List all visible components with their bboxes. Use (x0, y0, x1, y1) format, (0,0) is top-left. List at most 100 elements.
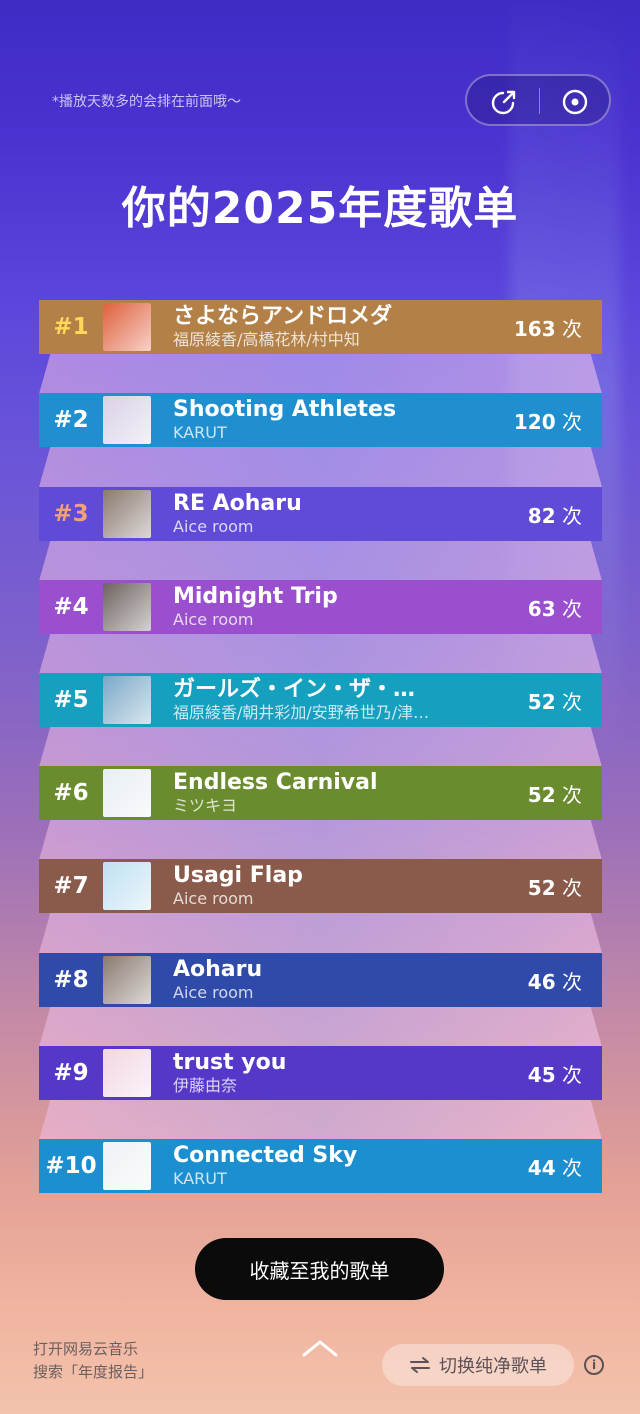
song-artist: 福原綾香/高橋花林/村中知 (173, 330, 360, 349)
song-slab-decoration (39, 913, 602, 953)
play-count: 45 次 (472, 1059, 602, 1088)
song-slab-decoration (39, 1100, 602, 1140)
song-text: Connected Sky KARUT (173, 1143, 472, 1189)
sort-hint: *播放天数多的会排在前面哦～ (52, 94, 241, 110)
play-count-unit: 次 (562, 1155, 582, 1180)
song-artist: Aice room (173, 983, 254, 1002)
play-count-unit: 次 (562, 409, 582, 434)
song-row[interactable]: #8 Aoharu Aice room 46 次 (39, 953, 602, 1007)
song-rank: #3 (53, 501, 89, 527)
song-slab-decoration (39, 447, 602, 487)
album-cover (103, 956, 151, 1004)
save-to-playlist-button[interactable]: 收藏至我的歌单 (195, 1238, 444, 1300)
song-rank: #6 (53, 780, 89, 806)
play-count: 63 次 (472, 593, 602, 622)
share-icon[interactable] (489, 87, 519, 117)
info-icon[interactable]: i (584, 1355, 604, 1375)
song-row[interactable]: #3 RE Aoharu Aice room 82 次 (39, 487, 602, 541)
switch-label: 切换纯净歌单 (439, 1356, 547, 1377)
song-row[interactable]: #4 Midnight Trip Aice room 63 次 (39, 580, 602, 634)
song-row[interactable]: #9 trust you 伊藤由奈 45 次 (39, 1046, 602, 1100)
song-title: Usagi Flap (173, 863, 303, 888)
song-row[interactable]: #5 ガールズ・イン・ザ・… 福原綾香/朝井彩加/安野希世乃/津… 52 次 (39, 673, 602, 727)
song-text: Aoharu Aice room (173, 957, 472, 1003)
song-text: RE Aoharu Aice room (173, 491, 472, 537)
song-title: Connected Sky (173, 1143, 358, 1168)
swap-icon (410, 1357, 430, 1373)
song-slab-decoration (39, 727, 602, 767)
play-count-unit: 次 (562, 689, 582, 714)
footer-line-1: 打开网易云音乐 (33, 1340, 139, 1358)
chevron-up-icon[interactable] (300, 1338, 340, 1358)
song-artist: KARUT (173, 1169, 227, 1188)
song-title: Midnight Trip (173, 584, 338, 609)
play-count: 163 次 (472, 313, 602, 342)
album-cover (103, 490, 151, 538)
play-count-value: 46 (527, 969, 556, 994)
play-count-value: 52 (527, 875, 556, 900)
play-count-unit: 次 (562, 596, 582, 621)
play-count-value: 63 (527, 596, 556, 621)
header-action-pill (465, 74, 611, 126)
song-text: Midnight Trip Aice room (173, 584, 472, 630)
play-count-value: 52 (527, 689, 556, 714)
play-count-unit: 次 (562, 875, 582, 900)
song-title: Aoharu (173, 957, 263, 982)
song-slab-decoration (39, 1007, 602, 1047)
song-text: さよならアンドロメダ 福原綾香/高橋花林/村中知 (173, 304, 472, 350)
song-text: trust you 伊藤由奈 (173, 1050, 472, 1096)
song-title: trust you (173, 1050, 287, 1075)
song-slab-decoration (39, 541, 602, 581)
song-slab-decoration (39, 634, 602, 674)
song-artist: Aice room (173, 610, 254, 629)
song-text: Usagi Flap Aice room (173, 863, 472, 909)
song-artist: Aice room (173, 889, 254, 908)
song-text: Shooting Athletes KARUT (173, 397, 472, 443)
play-count: 120 次 (472, 406, 602, 435)
song-rank: #10 (45, 1153, 97, 1179)
song-row[interactable]: #2 Shooting Athletes KARUT 120 次 (39, 393, 602, 447)
play-count-value: 44 (527, 1155, 556, 1180)
play-count-value: 52 (527, 782, 556, 807)
footer-line-2: 搜索「年度报告」 (33, 1363, 154, 1381)
page-title: 你的2025年度歌单 (121, 183, 519, 234)
song-row[interactable]: #10 Connected Sky KARUT 44 次 (39, 1139, 602, 1193)
play-count-value: 163 (513, 316, 556, 341)
play-count-unit: 次 (562, 316, 582, 341)
album-cover (103, 862, 151, 910)
song-title: RE Aoharu (173, 491, 302, 516)
footer-text: 打开网易云音乐 搜索「年度报告」 (33, 1338, 153, 1384)
song-rank: #9 (53, 1060, 89, 1086)
play-count-value: 45 (527, 1062, 556, 1087)
play-count: 52 次 (472, 779, 602, 808)
play-count-unit: 次 (562, 782, 582, 807)
play-count-unit: 次 (562, 1062, 582, 1087)
play-count: 82 次 (472, 500, 602, 529)
song-artist: KARUT (173, 423, 227, 442)
song-rank: #5 (53, 687, 89, 713)
song-rank: #8 (53, 967, 89, 993)
song-artist: Aice room (173, 517, 254, 536)
album-cover (103, 676, 151, 724)
switch-pure-playlist-button[interactable]: 切换纯净歌单 (382, 1344, 574, 1386)
song-rank: #2 (53, 407, 89, 433)
song-row[interactable]: #6 Endless Carnival ミツキヨ 52 次 (39, 766, 602, 820)
song-text: ガールズ・イン・ザ・… 福原綾香/朝井彩加/安野希世乃/津… (173, 677, 472, 723)
song-artist: ミツキヨ (173, 796, 238, 815)
play-count: 46 次 (472, 966, 602, 995)
song-row[interactable]: #7 Usagi Flap Aice room 52 次 (39, 859, 602, 913)
song-slab-decoration (39, 354, 602, 394)
song-rank: #4 (53, 594, 89, 620)
play-count: 52 次 (472, 872, 602, 901)
song-text: Endless Carnival ミツキヨ (173, 770, 472, 816)
album-cover (103, 1142, 151, 1190)
song-rank: #7 (53, 873, 89, 899)
song-title: Shooting Athletes (173, 397, 397, 422)
play-count-value: 82 (527, 503, 556, 528)
album-cover (103, 583, 151, 631)
album-cover (103, 769, 151, 817)
album-cover (103, 396, 151, 444)
song-artist: 福原綾香/朝井彩加/安野希世乃/津… (173, 703, 430, 722)
song-row[interactable]: #1 さよならアンドロメダ 福原綾香/高橋花林/村中知 163 次 (39, 300, 602, 354)
record-icon[interactable] (560, 87, 590, 117)
